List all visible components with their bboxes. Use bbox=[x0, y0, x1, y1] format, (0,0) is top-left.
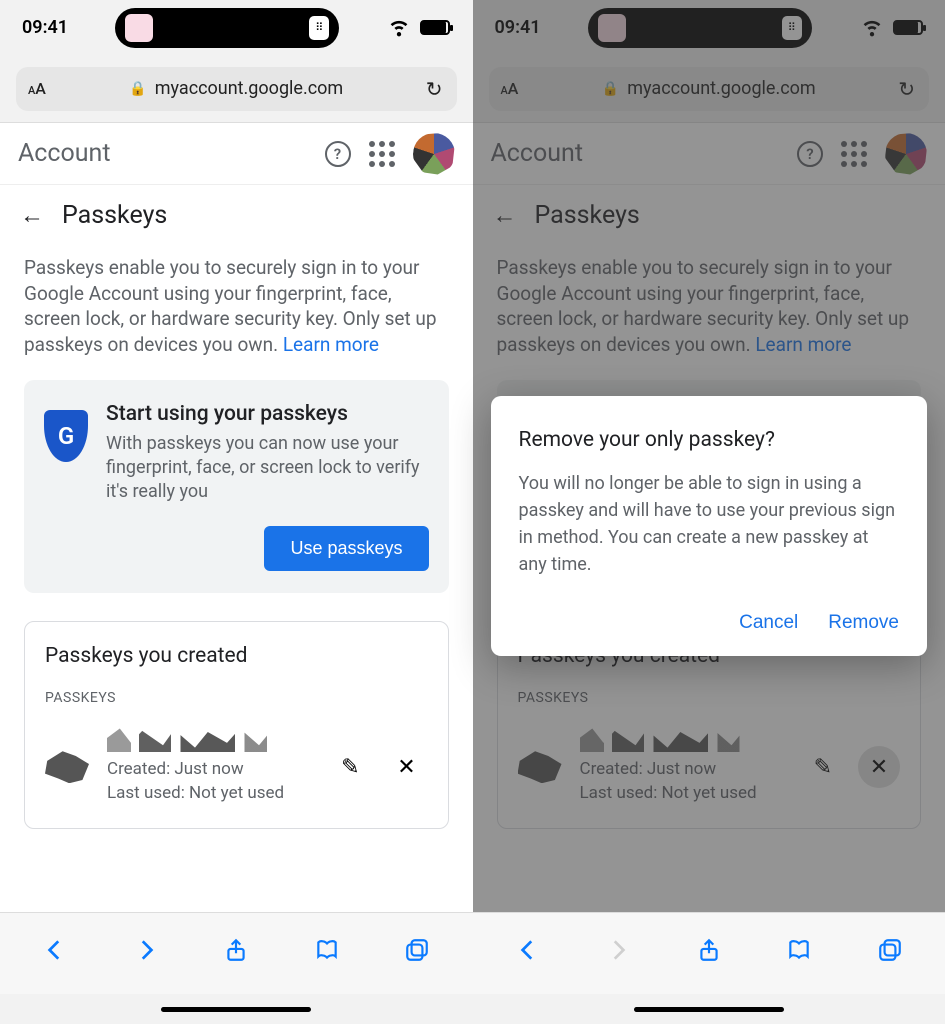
back-arrow-icon[interactable]: ← bbox=[493, 201, 517, 230]
passkeys-card: Passkeys you created PASSKEYS Created: J… bbox=[24, 621, 449, 829]
home-indicator[interactable] bbox=[0, 994, 473, 1024]
lock-icon: 🔒 bbox=[602, 81, 619, 97]
passkey-name-redacted bbox=[107, 728, 267, 752]
page-title: Passkeys bbox=[535, 201, 640, 230]
passkey-lastused: Last used: Not yet used bbox=[580, 782, 796, 806]
dialog-title: Remove your only passkey? bbox=[519, 428, 900, 452]
tabs-icon[interactable] bbox=[877, 937, 903, 970]
share-icon[interactable] bbox=[696, 937, 722, 970]
account-header: Account ? bbox=[473, 123, 945, 185]
use-passkeys-button[interactable]: Use passkeys bbox=[264, 526, 428, 571]
wifi-icon bbox=[859, 12, 885, 43]
learn-more-link[interactable]: Learn more bbox=[283, 333, 379, 356]
learn-more-link[interactable]: Learn more bbox=[755, 333, 851, 356]
intro-text: Passkeys enable you to securely sign in … bbox=[0, 245, 473, 358]
passkeys-card-title: Passkeys you created bbox=[45, 644, 428, 668]
bookmarks-icon[interactable] bbox=[314, 937, 340, 970]
bookmarks-icon[interactable] bbox=[786, 937, 812, 970]
battery-icon bbox=[420, 20, 450, 35]
dynamic-island: ⠿ bbox=[115, 8, 339, 48]
shield-icon: G bbox=[44, 410, 88, 462]
passkey-created: Created: Just now bbox=[107, 758, 323, 782]
passkey-name-redacted bbox=[580, 728, 740, 752]
url-host: myaccount.google.com bbox=[155, 78, 343, 99]
apps-grid-icon[interactable] bbox=[841, 141, 867, 167]
browser-toolbar bbox=[473, 912, 945, 994]
status-bar: 09:41 ⠿ bbox=[0, 0, 473, 55]
page-subheader: ← Passkeys bbox=[0, 185, 473, 245]
tabs-icon[interactable] bbox=[404, 937, 430, 970]
browser-toolbar bbox=[0, 912, 473, 994]
lock-icon: 🔒 bbox=[129, 81, 146, 97]
remove-passkey-dialog: Remove your only passkey? You will no lo… bbox=[491, 396, 928, 656]
edit-icon[interactable]: ✎ bbox=[814, 755, 832, 780]
delete-icon[interactable]: ✕ bbox=[386, 746, 428, 788]
island-widget-right: ⠿ bbox=[309, 16, 329, 40]
account-title: Account bbox=[491, 139, 584, 168]
passkey-lastused: Last used: Not yet used bbox=[107, 782, 323, 806]
edit-icon[interactable]: ✎ bbox=[341, 755, 359, 780]
wifi-icon bbox=[386, 12, 412, 43]
battery-icon bbox=[893, 20, 923, 35]
device-icon bbox=[518, 751, 562, 783]
cancel-button[interactable]: Cancel bbox=[739, 612, 798, 634]
passkeys-group-label: PASSKEYS bbox=[45, 690, 428, 706]
nav-forward-icon bbox=[605, 937, 631, 970]
device-icon bbox=[45, 751, 89, 783]
reader-aa-icon[interactable]: AA bbox=[28, 79, 46, 98]
island-widget bbox=[598, 14, 626, 42]
remove-button[interactable]: Remove bbox=[828, 612, 899, 634]
passkey-created: Created: Just now bbox=[580, 758, 796, 782]
reload-icon[interactable]: ↻ bbox=[426, 77, 443, 101]
page-title: Passkeys bbox=[62, 201, 167, 230]
reader-aa-icon[interactable]: AA bbox=[501, 79, 519, 98]
passkey-row: Created: Just now Last used: Not yet use… bbox=[518, 728, 901, 806]
reload-icon[interactable]: ↻ bbox=[898, 77, 915, 101]
browser-url-bar[interactable]: AA 🔒 myaccount.google.com ↻ bbox=[0, 55, 473, 123]
browser-url-bar[interactable]: AA 🔒 myaccount.google.com ↻ bbox=[473, 55, 945, 123]
passkeys-group-label: PASSKEYS bbox=[518, 690, 901, 706]
avatar[interactable] bbox=[413, 133, 455, 175]
clock: 09:41 bbox=[495, 17, 541, 38]
avatar[interactable] bbox=[885, 133, 927, 175]
page-subheader: ← Passkeys bbox=[473, 185, 945, 245]
dialog-body: You will no longer be able to sign in us… bbox=[519, 470, 900, 578]
help-icon[interactable]: ? bbox=[325, 141, 351, 167]
delete-icon[interactable]: ✕ bbox=[858, 746, 900, 788]
account-header: Account ? bbox=[0, 123, 473, 185]
passkey-row: Created: Just now Last used: Not yet use… bbox=[45, 728, 428, 806]
home-indicator[interactable] bbox=[473, 994, 945, 1024]
url-host: myaccount.google.com bbox=[627, 78, 815, 99]
promo-title: Start using your passkeys bbox=[106, 402, 429, 426]
island-widget-right: ⠿ bbox=[782, 16, 802, 40]
nav-forward-icon[interactable] bbox=[133, 937, 159, 970]
intro-text: Passkeys enable you to securely sign in … bbox=[473, 245, 945, 358]
status-bar: 09:41 ⠿ bbox=[473, 0, 945, 55]
clock: 09:41 bbox=[22, 17, 68, 38]
island-widget bbox=[125, 14, 153, 42]
nav-back-icon[interactable] bbox=[515, 937, 541, 970]
promo-body: With passkeys you can now use your finge… bbox=[106, 432, 429, 505]
help-icon[interactable]: ? bbox=[797, 141, 823, 167]
back-arrow-icon[interactable]: ← bbox=[20, 201, 44, 230]
apps-grid-icon[interactable] bbox=[369, 141, 395, 167]
share-icon[interactable] bbox=[223, 937, 249, 970]
dynamic-island: ⠿ bbox=[588, 8, 812, 48]
account-title: Account bbox=[18, 139, 111, 168]
promo-card: G Start using your passkeys With passkey… bbox=[24, 380, 449, 594]
nav-back-icon[interactable] bbox=[42, 937, 68, 970]
